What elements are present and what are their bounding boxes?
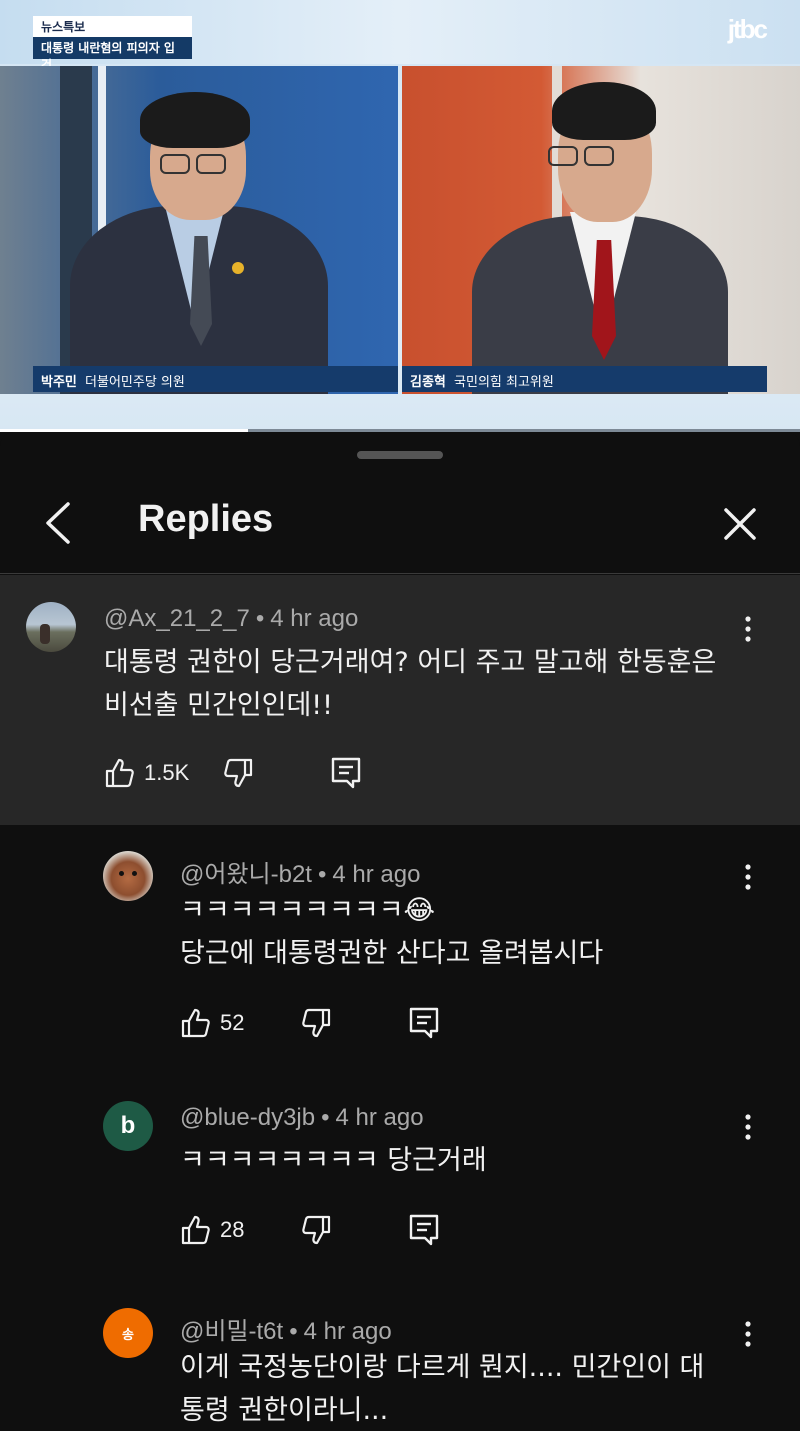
- left-guest-panel: [0, 66, 398, 394]
- left-guest-caption: 박주민 더불어민주당 의원: [33, 366, 398, 392]
- drag-handle[interactable]: [357, 451, 443, 459]
- dislike-button[interactable]: [300, 1003, 332, 1043]
- replies-sheet: Replies @Ax_21_2_7 • 4 hr ago 대통령 권한이 당근거래…: [0, 432, 800, 1431]
- comment-author[interactable]: @어왔니-b2t: [180, 861, 312, 888]
- comment-meta: @어왔니-b2t • 4 hr ago: [180, 861, 421, 888]
- news-headline: 대통령 내란혐의 피의자 입건: [33, 37, 192, 72]
- comment-text-line: 비선출 민간인인데!!: [104, 690, 333, 721]
- more-vert-icon: [745, 1114, 751, 1140]
- comment-time: 4 hr ago: [335, 1104, 424, 1131]
- comment-time: 4 hr ago: [303, 1318, 392, 1345]
- reply-item: b @blue-dy3jb • 4 hr ago ㅋㅋㅋㅋㅋㅋㅋㅋ 당근거래 28: [0, 1075, 800, 1282]
- comment-time: 4 hr ago: [270, 605, 359, 632]
- more-vert-icon: [745, 616, 751, 642]
- avatar[interactable]: [103, 851, 153, 901]
- comment-text-line: 이게 국정농단이랑 다르게 뭔지.... 민간인이 대: [180, 1352, 705, 1383]
- right-guest-name: 김종혁: [410, 375, 446, 390]
- more-options-button[interactable]: [738, 863, 758, 893]
- back-button[interactable]: [36, 500, 80, 546]
- more-options-button[interactable]: [738, 615, 758, 645]
- comment-text: 이게 국정농단이랑 다르게 뭔지.... 민간인이 대 통령 권한이라니...: [180, 1346, 704, 1431]
- like-button[interactable]: 1.5K: [104, 753, 189, 793]
- comment-meta: @Ax_21_2_7 • 4 hr ago: [104, 605, 359, 632]
- avatar[interactable]: [26, 602, 76, 652]
- right-guest-panel: [402, 66, 800, 394]
- comment-text-line: ㅋㅋㅋㅋㅋㅋㅋㅋㅋ😂: [180, 895, 436, 926]
- comment-text: 대통령 권한이 당근거래여? 어디 주고 말고해 한동훈은 비선출 민간인인데!…: [104, 641, 716, 727]
- video-player[interactable]: 뉴스특보 대통령 내란혐의 피의자 입건 jtbc 박주민 더불어민주당 의원 …: [0, 0, 800, 432]
- chevron-left-icon: [46, 502, 70, 544]
- more-vert-icon: [745, 1321, 751, 1347]
- comment-text-line: ㅋㅋㅋㅋㅋㅋㅋㅋ 당근거래: [180, 1145, 487, 1176]
- like-button[interactable]: 28: [180, 1210, 244, 1250]
- reply-comment-icon: [331, 757, 361, 789]
- channel-logo: jtbc: [727, 14, 768, 44]
- comment-meta: @비밀-t6t • 4 hr ago: [180, 1318, 392, 1345]
- right-guest-caption: 김종혁 국민의힘 최고위원: [402, 366, 767, 392]
- thumbs-down-icon: [224, 758, 253, 788]
- comment-meta: @blue-dy3jb • 4 hr ago: [180, 1104, 424, 1131]
- like-button[interactable]: 52: [180, 1003, 244, 1043]
- reply-comment-icon: [409, 1007, 439, 1039]
- reply-comment-icon: [409, 1214, 439, 1246]
- avatar[interactable]: b: [103, 1101, 153, 1151]
- comment-author[interactable]: @Ax_21_2_7: [104, 605, 250, 632]
- comment-text-line: 통령 권한이라니...: [180, 1395, 389, 1426]
- like-count: 52: [220, 1010, 245, 1035]
- news-tag: 뉴스특보: [33, 16, 192, 37]
- left-guest-role: 더불어민주당 의원: [85, 375, 185, 390]
- more-options-button[interactable]: [738, 1320, 758, 1350]
- reply-button[interactable]: [408, 1003, 440, 1043]
- comment-text-line: 당근에 대통령권한 산다고 올려봅시다: [180, 938, 604, 969]
- left-guest-name: 박주민: [41, 375, 77, 390]
- comment-author[interactable]: @비밀-t6t: [180, 1318, 283, 1345]
- close-icon: [724, 508, 756, 540]
- thumbs-down-icon: [302, 1008, 331, 1038]
- parent-comment: @Ax_21_2_7 • 4 hr ago 대통령 권한이 당근거래여? 어디 주고…: [0, 575, 800, 825]
- reply-button[interactable]: [408, 1210, 440, 1250]
- dislike-button[interactable]: [300, 1210, 332, 1250]
- reply-item: 송 @비밀-t6t • 4 hr ago 이게 국정농단이랑 다르게 뭔지.... …: [0, 1282, 800, 1431]
- avatar-letter: 송: [122, 1327, 134, 1343]
- close-button[interactable]: [718, 502, 762, 546]
- comment-author[interactable]: @blue-dy3jb: [180, 1104, 315, 1131]
- thumbs-up-icon: [181, 1008, 210, 1038]
- thumbs-down-icon: [302, 1215, 331, 1245]
- like-count: 28: [220, 1217, 245, 1242]
- like-count: 1.5K: [144, 760, 190, 785]
- reply-item: @어왔니-b2t • 4 hr ago ㅋㅋㅋㅋㅋㅋㅋㅋㅋ😂 당근에 대통령권한 산…: [0, 825, 800, 1075]
- avatar-letter: b: [120, 1112, 136, 1139]
- avatar[interactable]: 송: [103, 1308, 153, 1358]
- more-vert-icon: [745, 864, 751, 890]
- comment-actions: 1.5K: [104, 753, 404, 793]
- replies-title: Replies: [138, 498, 274, 540]
- comment-actions: 52: [180, 1003, 480, 1043]
- comment-time: 4 hr ago: [332, 861, 421, 888]
- thumbs-up-icon: [105, 758, 134, 788]
- comment-text: ㅋㅋㅋㅋㅋㅋㅋㅋㅋ😂 당근에 대통령권한 산다고 올려봅시다: [180, 889, 603, 975]
- right-guest-role: 국민의힘 최고위원: [454, 375, 554, 390]
- reply-button[interactable]: [330, 753, 362, 793]
- replies-header: Replies: [0, 472, 800, 574]
- more-options-button[interactable]: [738, 1113, 758, 1143]
- comment-actions: 28: [180, 1210, 480, 1250]
- thumbs-up-icon: [181, 1215, 210, 1245]
- comment-text-line: 대통령 권한이 당근거래여? 어디 주고 말고해 한동훈은: [104, 647, 717, 678]
- comment-text: ㅋㅋㅋㅋㅋㅋㅋㅋ 당근거래: [180, 1139, 487, 1182]
- dislike-button[interactable]: [222, 753, 254, 793]
